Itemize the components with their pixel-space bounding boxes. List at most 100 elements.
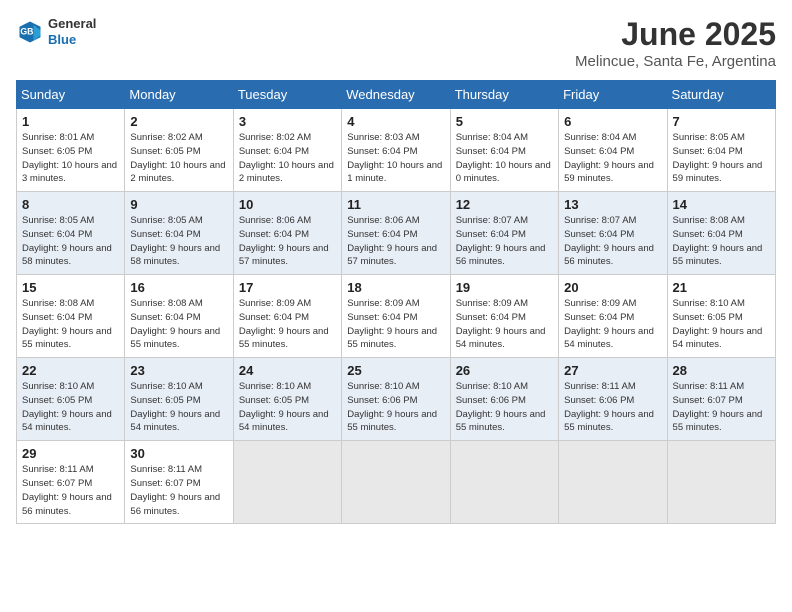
day-info: Sunrise: 8:04 AMSunset: 6:04 PMDaylight:… <box>564 131 661 186</box>
day-cell <box>667 441 775 524</box>
weekday-header-row: SundayMondayTuesdayWednesdayThursdayFrid… <box>17 81 776 109</box>
day-cell: 20Sunrise: 8:09 AMSunset: 6:04 PMDayligh… <box>559 275 667 358</box>
day-cell: 2Sunrise: 8:02 AMSunset: 6:05 PMDaylight… <box>125 109 233 192</box>
day-number: 14 <box>673 197 770 212</box>
day-cell: 24 Sunrise: 8:10 AMSunset: 6:05 PMDayligh… <box>233 358 341 441</box>
weekday-header-saturday: Saturday <box>667 81 775 109</box>
weekday-header-wednesday: Wednesday <box>342 81 450 109</box>
day-number: 17 <box>239 280 336 295</box>
week-row-4: 22 Sunrise: 8:10 AMSunset: 6:05 PMDayligh… <box>17 358 776 441</box>
day-cell: 30 Sunrise: 8:11 AMSunset: 6:07 PMDayligh… <box>125 441 233 524</box>
day-number: 4 <box>347 114 444 129</box>
weekday-header-tuesday: Tuesday <box>233 81 341 109</box>
day-cell: 9 Sunrise: 8:05 AMSunset: 6:04 PMDaylight… <box>125 192 233 275</box>
day-cell: 23 Sunrise: 8:10 AMSunset: 6:05 PMDayligh… <box>125 358 233 441</box>
day-cell: 10 Sunrise: 8:06 AMSunset: 6:04 PMDayligh… <box>233 192 341 275</box>
day-number: 29 <box>22 446 119 461</box>
day-number: 11 <box>347 197 444 212</box>
day-cell: 19Sunrise: 8:09 AMSunset: 6:04 PMDayligh… <box>450 275 558 358</box>
day-cell: 3 Sunrise: 8:02 AMSunset: 6:04 PMDaylight… <box>233 109 341 192</box>
day-cell: 27 Sunrise: 8:11 AMSunset: 6:06 PMDayligh… <box>559 358 667 441</box>
day-info: Sunrise: 8:10 AMSunset: 6:06 PMDaylight:… <box>347 380 444 435</box>
day-info: Sunrise: 8:02 AMSunset: 6:05 PMDaylight:… <box>130 131 227 186</box>
day-cell: 4Sunrise: 8:03 AMSunset: 6:04 PMDaylight… <box>342 109 450 192</box>
day-cell: 15Sunrise: 8:08 AMSunset: 6:04 PMDayligh… <box>17 275 125 358</box>
day-cell: 11 Sunrise: 8:06 AMSunset: 6:04 PMDayligh… <box>342 192 450 275</box>
day-info: Sunrise: 8:09 AMSunset: 6:04 PMDaylight:… <box>347 297 444 352</box>
day-info: Sunrise: 8:06 AMSunset: 6:04 PMDaylight:… <box>347 214 444 269</box>
day-info: Sunrise: 8:10 AMSunset: 6:05 PMDaylight:… <box>673 297 770 352</box>
logo-icon: GB <box>16 18 44 46</box>
day-info: Sunrise: 8:01 AMSunset: 6:05 PMDaylight:… <box>22 131 119 186</box>
day-info: Sunrise: 8:05 AMSunset: 6:04 PMDaylight:… <box>130 214 227 269</box>
day-number: 7 <box>673 114 770 129</box>
day-cell: 22 Sunrise: 8:10 AMSunset: 6:05 PMDayligh… <box>17 358 125 441</box>
day-info: Sunrise: 8:07 AMSunset: 6:04 PMDaylight:… <box>456 214 553 269</box>
svg-text:GB: GB <box>20 26 33 36</box>
day-number: 12 <box>456 197 553 212</box>
day-number: 15 <box>22 280 119 295</box>
day-info: Sunrise: 8:07 AMSunset: 6:04 PMDaylight:… <box>564 214 661 269</box>
day-number: 8 <box>22 197 119 212</box>
day-cell: 26 Sunrise: 8:10 AMSunset: 6:06 PMDayligh… <box>450 358 558 441</box>
day-cell: 18 Sunrise: 8:09 AMSunset: 6:04 PMDayligh… <box>342 275 450 358</box>
day-number: 9 <box>130 197 227 212</box>
day-cell <box>559 441 667 524</box>
title-area: June 2025 Melincue, Santa Fe, Argentina <box>575 16 776 70</box>
day-info: Sunrise: 8:10 AMSunset: 6:05 PMDaylight:… <box>130 380 227 435</box>
day-cell: 7Sunrise: 8:05 AMSunset: 6:04 PMDaylight… <box>667 109 775 192</box>
header: GB General Blue June 2025 Melincue, Sant… <box>16 16 776 70</box>
day-cell: 28Sunrise: 8:11 AMSunset: 6:07 PMDayligh… <box>667 358 775 441</box>
day-number: 30 <box>130 446 227 461</box>
day-number: 24 <box>239 363 336 378</box>
day-info: Sunrise: 8:11 AMSunset: 6:07 PMDaylight:… <box>22 463 119 518</box>
day-cell <box>342 441 450 524</box>
day-number: 10 <box>239 197 336 212</box>
day-cell <box>233 441 341 524</box>
day-number: 26 <box>456 363 553 378</box>
day-number: 3 <box>239 114 336 129</box>
day-number: 1 <box>22 114 119 129</box>
day-info: Sunrise: 8:04 AMSunset: 6:04 PMDaylight:… <box>456 131 553 186</box>
day-number: 27 <box>564 363 661 378</box>
day-cell <box>450 441 558 524</box>
location: Melincue, Santa Fe, Argentina <box>575 53 776 70</box>
day-info: Sunrise: 8:09 AMSunset: 6:04 PMDaylight:… <box>239 297 336 352</box>
day-number: 18 <box>347 280 444 295</box>
day-info: Sunrise: 8:11 AMSunset: 6:06 PMDaylight:… <box>564 380 661 435</box>
day-number: 25 <box>347 363 444 378</box>
day-cell: 29 Sunrise: 8:11 AMSunset: 6:07 PMDayligh… <box>17 441 125 524</box>
day-info: Sunrise: 8:08 AMSunset: 6:04 PMDaylight:… <box>130 297 227 352</box>
day-number: 21 <box>673 280 770 295</box>
day-number: 22 <box>22 363 119 378</box>
logo-text: General Blue <box>48 16 96 47</box>
day-cell: 13 Sunrise: 8:07 AMSunset: 6:04 PMDayligh… <box>559 192 667 275</box>
day-info: Sunrise: 8:11 AMSunset: 6:07 PMDaylight:… <box>673 380 770 435</box>
day-cell: 17 Sunrise: 8:09 AMSunset: 6:04 PMDayligh… <box>233 275 341 358</box>
day-cell: 8Sunrise: 8:05 AMSunset: 6:04 PMDaylight… <box>17 192 125 275</box>
day-number: 6 <box>564 114 661 129</box>
day-info: Sunrise: 8:06 AMSunset: 6:04 PMDaylight:… <box>239 214 336 269</box>
day-info: Sunrise: 8:10 AMSunset: 6:05 PMDaylight:… <box>22 380 119 435</box>
weekday-header-monday: Monday <box>125 81 233 109</box>
day-number: 5 <box>456 114 553 129</box>
day-info: Sunrise: 8:02 AMSunset: 6:04 PMDaylight:… <box>239 131 336 186</box>
week-row-2: 8 Sunrise: 8:05 AMSunset: 6:04 PMDaylight… <box>17 192 776 275</box>
day-number: 19 <box>456 280 553 295</box>
weekday-header-sunday: Sunday <box>17 81 125 109</box>
month-year: June 2025 <box>575 16 776 53</box>
day-cell: 25 Sunrise: 8:10 AMSunset: 6:06 PMDayligh… <box>342 358 450 441</box>
day-cell: 16Sunrise: 8:08 AMSunset: 6:04 PMDayligh… <box>125 275 233 358</box>
day-info: Sunrise: 8:11 AMSunset: 6:07 PMDaylight:… <box>130 463 227 518</box>
day-number: 23 <box>130 363 227 378</box>
day-cell: 12 Sunrise: 8:07 AMSunset: 6:04 PMDayligh… <box>450 192 558 275</box>
day-info: Sunrise: 8:09 AMSunset: 6:04 PMDaylight:… <box>564 297 661 352</box>
day-cell: 14Sunrise: 8:08 AMSunset: 6:04 PMDayligh… <box>667 192 775 275</box>
weekday-header-thursday: Thursday <box>450 81 558 109</box>
day-number: 13 <box>564 197 661 212</box>
day-info: Sunrise: 8:10 AMSunset: 6:06 PMDaylight:… <box>456 380 553 435</box>
week-row-5: 29 Sunrise: 8:11 AMSunset: 6:07 PMDayligh… <box>17 441 776 524</box>
day-info: Sunrise: 8:10 AMSunset: 6:05 PMDaylight:… <box>239 380 336 435</box>
day-cell: 1 Sunrise: 8:01 AMSunset: 6:05 PMDaylight… <box>17 109 125 192</box>
calendar: SundayMondayTuesdayWednesdayThursdayFrid… <box>16 80 776 524</box>
